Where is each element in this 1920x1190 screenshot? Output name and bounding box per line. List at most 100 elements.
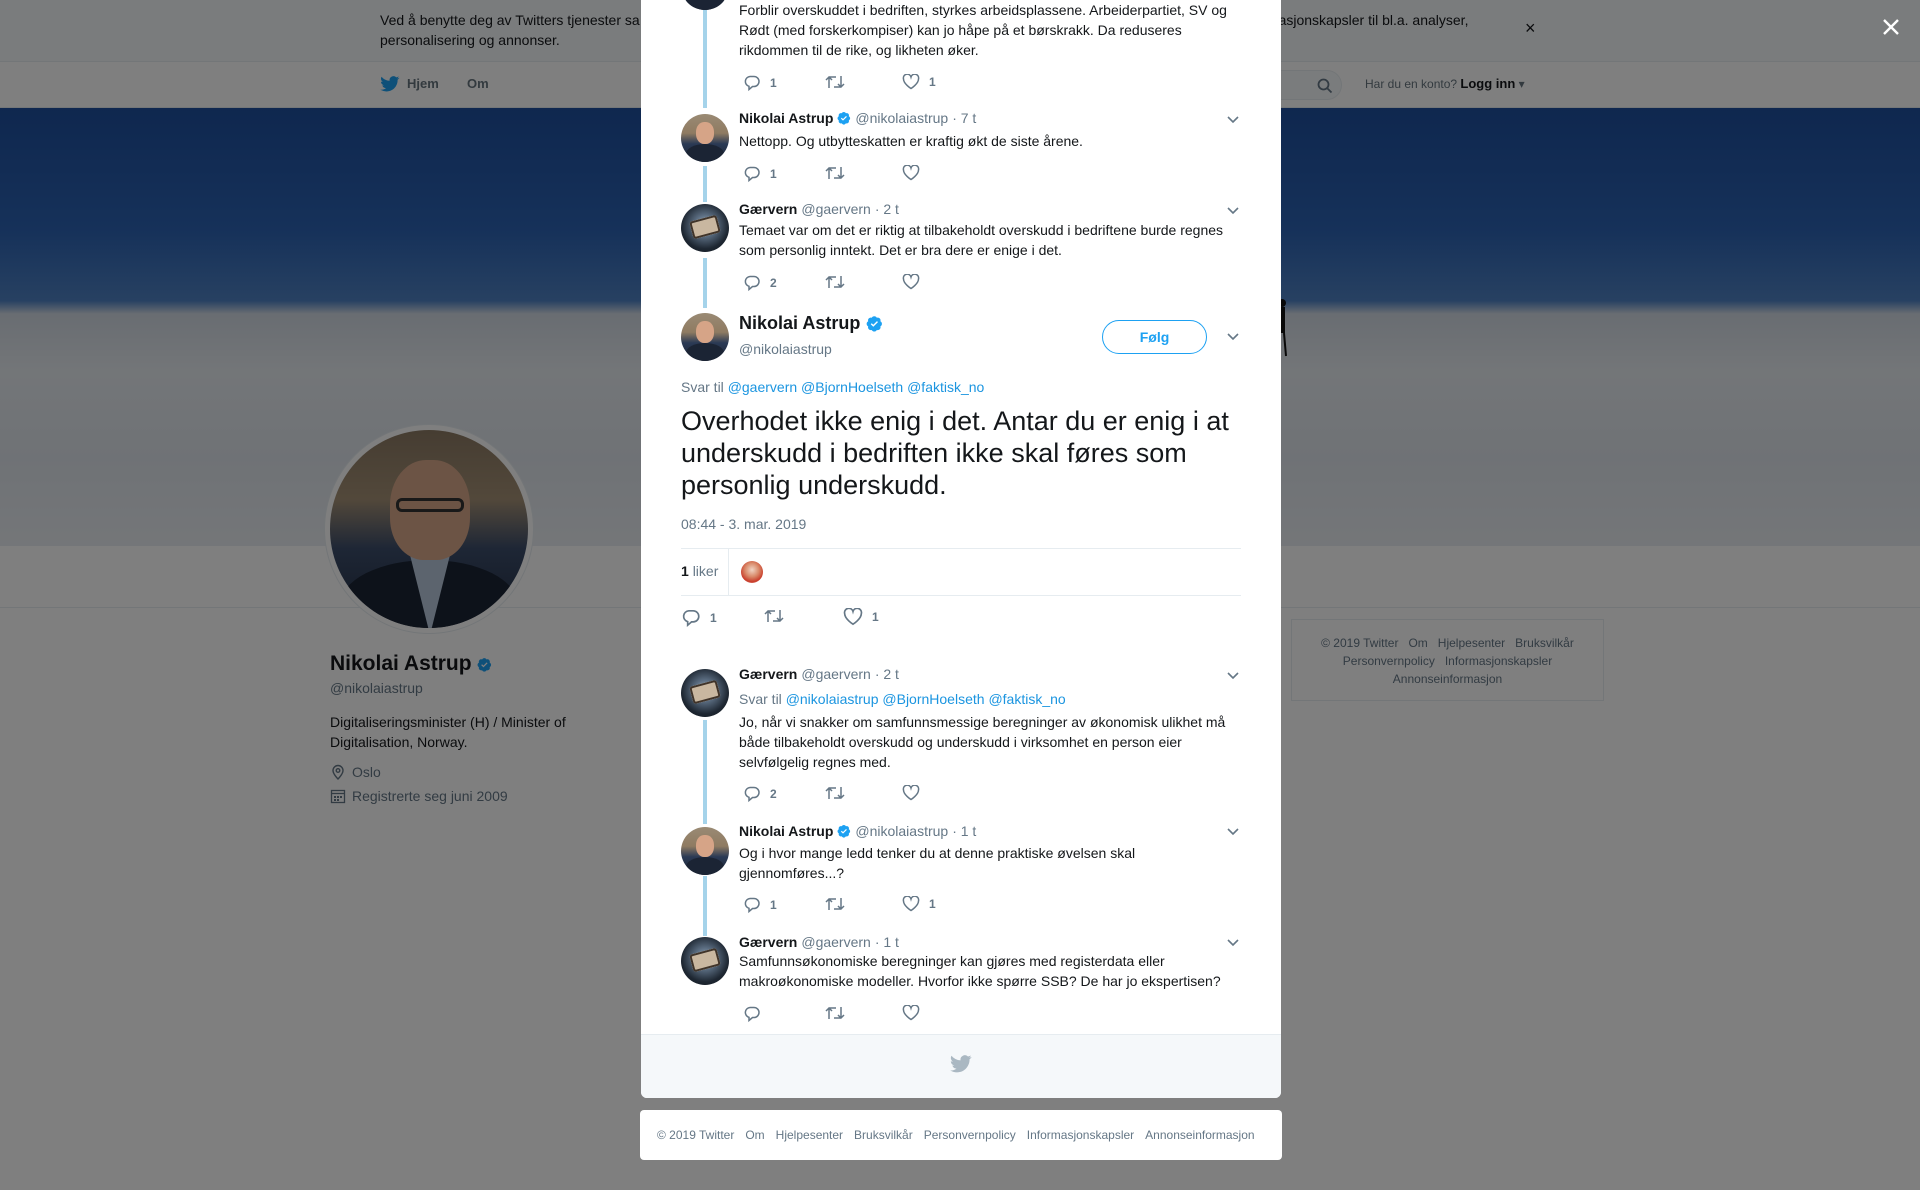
like-button[interactable] <box>902 165 920 181</box>
tweet-avatar[interactable] <box>681 937 729 985</box>
tweet-text: Forblir overskuddet i bedriften, styrkes… <box>739 2 1227 58</box>
tweet-author-name[interactable]: Gærvern <box>739 666 797 682</box>
retweet-button[interactable] <box>825 896 845 912</box>
verified-badge-icon <box>866 316 883 332</box>
tweet-actions: 2 <box>743 785 1043 805</box>
tweet-time[interactable]: · 1 t <box>952 823 976 839</box>
focus-author-name[interactable]: Nikolai Astrup <box>739 313 860 334</box>
tweet-author-name[interactable]: Nikolai Astrup <box>739 823 833 839</box>
reply-button[interactable]: 1 <box>681 608 717 628</box>
footer-link[interactable]: Personvernpolicy <box>924 1128 1016 1142</box>
mention-link[interactable]: @nikolaiastrup <box>786 691 879 707</box>
close-icon[interactable] <box>1876 12 1906 42</box>
like-button[interactable]: 1 <box>843 608 879 626</box>
verified-badge-icon <box>837 111 851 125</box>
heart-icon <box>902 165 920 181</box>
footer-link[interactable]: Annonseinformasjon <box>1145 1128 1254 1142</box>
thread-line <box>703 258 707 308</box>
retweet-icon <box>764 609 784 623</box>
heart-icon <box>902 785 920 801</box>
tweet-avatar[interactable] <box>681 114 729 162</box>
footer-link[interactable]: © 2019 Twitter <box>657 1128 734 1142</box>
like-button[interactable]: 1 <box>902 896 936 912</box>
tweet-text: Jo, når vi snakker om samfunnsmessige be… <box>739 714 1226 770</box>
tweet-avatar[interactable] <box>681 669 729 717</box>
mention-link[interactable]: @BjornHoelseth <box>882 691 984 707</box>
mention-link[interactable]: @faktisk_no <box>988 691 1065 707</box>
retweet-icon <box>825 166 845 180</box>
heart-icon <box>902 896 920 912</box>
heart-icon <box>843 608 863 626</box>
chevron-down-icon[interactable] <box>1227 116 1239 124</box>
retweet-button[interactable] <box>825 785 845 801</box>
thread-line <box>703 0 707 108</box>
tweet-avatar[interactable] <box>681 0 729 10</box>
like-button[interactable] <box>902 274 920 290</box>
tweet-author-handle[interactable]: @nikolaiastrup <box>855 823 948 839</box>
like-button[interactable] <box>902 1005 920 1021</box>
retweet-button[interactable] <box>825 74 845 90</box>
tweet-time[interactable]: · 1 t <box>875 934 899 950</box>
chevron-down-icon[interactable] <box>1227 672 1239 680</box>
tweet-avatar[interactable] <box>681 827 729 875</box>
mention-link[interactable]: @faktisk_no <box>907 379 984 395</box>
thread-line <box>703 876 707 936</box>
likes-count[interactable]: 1 liker <box>681 563 718 579</box>
liker-avatar[interactable] <box>741 561 763 583</box>
tweet-author-name[interactable]: Gærvern <box>739 934 797 950</box>
twitter-bird-icon <box>950 1055 972 1073</box>
retweet-icon <box>825 75 845 89</box>
reply-icon <box>744 786 760 803</box>
reply-button[interactable]: 1 <box>743 74 777 92</box>
thread-line <box>703 720 707 824</box>
reply-button[interactable]: 1 <box>743 896 777 914</box>
tweet-time[interactable]: · 2 t <box>875 201 899 217</box>
chevron-down-icon[interactable] <box>1227 207 1239 215</box>
tweet-header: Gærvern @gaervern · 1 t <box>739 934 899 950</box>
tweet-modal: Forblir overskuddet i bedriften, styrkes… <box>641 0 1281 1098</box>
modal-footer <box>641 1034 1281 1098</box>
tweet-time[interactable]: · 2 t <box>875 666 899 682</box>
reply-button[interactable] <box>743 1005 761 1023</box>
footer-link[interactable]: Informasjonskapsler <box>1027 1128 1134 1142</box>
tweet-header: Nikolai Astrup @nikolaiastrup · 7 t <box>739 110 976 126</box>
tweet-actions: 1 1 <box>743 74 1043 94</box>
chevron-down-icon[interactable] <box>1227 333 1239 341</box>
mention-link[interactable]: @BjornHoelseth <box>801 379 903 395</box>
verified-badge-icon <box>837 824 851 838</box>
tweet-author-handle[interactable]: @nikolaiastrup <box>855 110 948 126</box>
tweet-author-name[interactable]: Nikolai Astrup <box>739 110 833 126</box>
tweet-author-name[interactable]: Gærvern <box>739 201 797 217</box>
tweet-author-handle[interactable]: @gaervern <box>801 201 870 217</box>
retweet-button[interactable] <box>825 274 845 290</box>
retweet-button[interactable] <box>825 165 845 181</box>
focus-timestamp[interactable]: 08:44 - 3. mar. 2019 <box>681 516 806 532</box>
focus-author-handle[interactable]: @nikolaiastrup <box>739 341 832 357</box>
tweet-author-handle[interactable]: @gaervern <box>801 666 870 682</box>
tweet-actions: 1 <box>743 165 1043 185</box>
heart-icon <box>902 1005 920 1021</box>
footer-link[interactable]: Hjelpesenter <box>776 1128 843 1142</box>
retweet-button[interactable] <box>825 1005 845 1021</box>
mention-link[interactable]: @gaervern <box>728 379 797 395</box>
like-button[interactable] <box>902 785 920 801</box>
focus-tweet-avatar[interactable] <box>681 313 729 361</box>
tweet-avatar[interactable] <box>681 204 729 252</box>
reply-button[interactable]: 2 <box>743 785 777 803</box>
retweet-button[interactable] <box>764 608 784 624</box>
reply-icon <box>744 75 760 92</box>
like-button[interactable]: 1 <box>902 74 936 90</box>
tweet-time[interactable]: · 7 t <box>952 110 976 126</box>
tweet-author-handle[interactable]: @gaervern <box>801 934 870 950</box>
reply-icon <box>744 897 760 914</box>
tweet-stats: 1 liker <box>681 548 1241 596</box>
reply-button[interactable]: 1 <box>743 165 777 183</box>
footer-link[interactable]: Om <box>745 1128 764 1142</box>
footer-link[interactable]: Bruksvilkår <box>854 1128 913 1142</box>
reply-button[interactable]: 2 <box>743 274 777 292</box>
chevron-down-icon[interactable] <box>1227 828 1239 836</box>
chevron-down-icon[interactable] <box>1227 939 1239 947</box>
reply-icon <box>744 166 760 183</box>
follow-button[interactable]: Følg <box>1102 320 1207 354</box>
focus-tweet-text: Overhodet ikke enig i det. Antar du er e… <box>681 406 1229 500</box>
